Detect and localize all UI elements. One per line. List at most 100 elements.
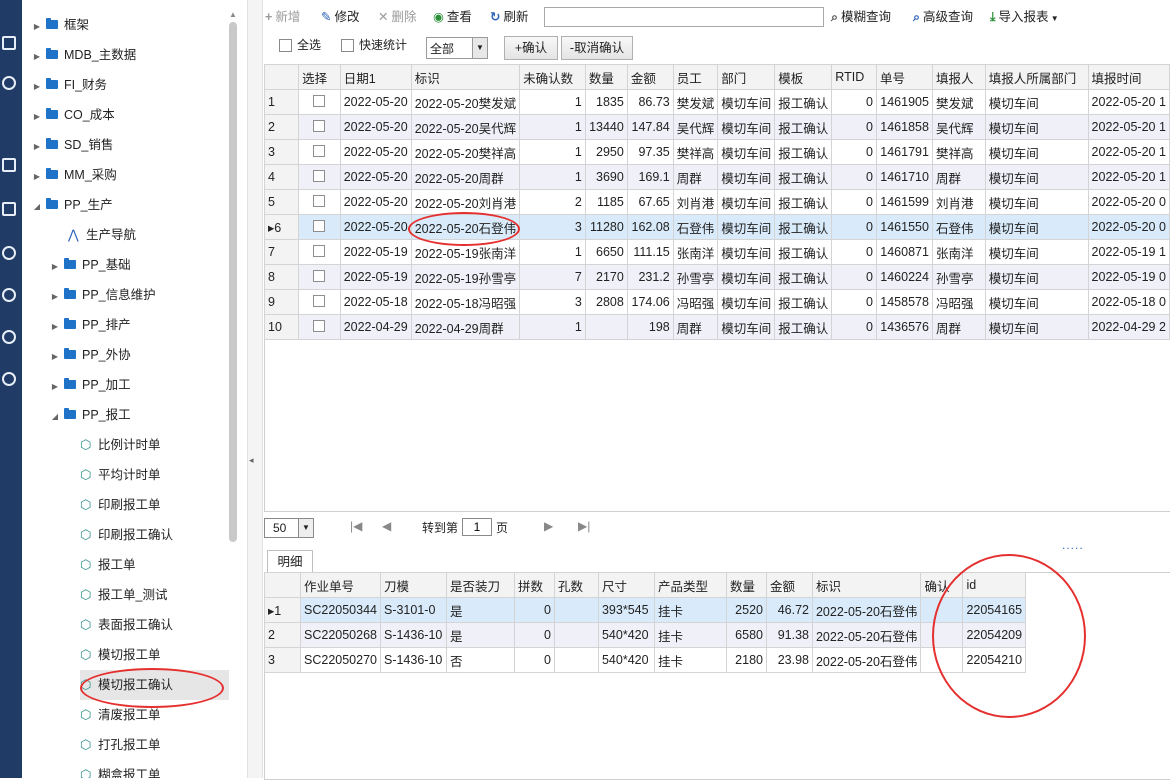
table-cell[interactable]: 2022-05-20 [339,214,412,240]
column-header[interactable]: 拼数 [513,572,555,598]
table-cell[interactable]: 石登伟 [931,214,986,240]
table-cell[interactable]: 3 [519,214,586,240]
last-page-icon[interactable]: ▶| [578,519,590,533]
tab-detail[interactable]: 明细 [267,550,313,573]
column-header[interactable]: 金额 [626,64,674,90]
table-cell[interactable]: 6650 [584,239,628,265]
row-number[interactable]: 7 [263,239,300,265]
column-header[interactable]: 员工 [672,64,719,90]
table-cell[interactable]: 0 [831,289,877,315]
tree-item[interactable]: ◢ PP_生产 [32,190,222,220]
prev-page-icon[interactable]: ◀ [382,519,391,533]
column-header[interactable]: 单号 [876,64,933,90]
chevron-down-icon[interactable]: ▼ [298,519,313,537]
table-cell[interactable]: 1461710 [876,164,933,190]
table-cell[interactable]: 393*545 [597,597,655,623]
table-cell[interactable]: 周群 [931,164,986,190]
column-header[interactable]: 尺寸 [597,572,655,598]
table-cell[interactable]: 198 [626,314,674,340]
table-cell[interactable]: 1461858 [876,114,933,140]
confirm-button[interactable]: +确认 [504,36,558,60]
table-cell[interactable]: 0 [831,239,877,265]
column-header[interactable]: 数量 [725,572,767,598]
table-cell[interactable]: 1461791 [876,139,933,165]
tree-item[interactable]: ⋀ 生产导航 [68,220,222,250]
table-cell[interactable]: 2022-05-20樊发斌 [410,89,521,115]
circle-icon[interactable] [2,246,16,260]
column-header[interactable]: 产品类型 [653,572,727,598]
row-checkbox[interactable] [313,244,326,257]
column-header[interactable] [263,64,300,90]
cancel-confirm-button[interactable]: -取消确认 [561,36,633,60]
more-dots[interactable]: ..... [1062,538,1084,552]
table-cell[interactable]: 2022-05-20 [339,164,412,190]
table-cell[interactable]: 报工确认 [774,114,833,140]
row-number[interactable]: 5 [263,189,300,215]
column-header[interactable]: 金额 [765,572,813,598]
table-cell[interactable]: 0 [831,89,877,115]
caret-right-icon[interactable]: ▶ [50,342,60,372]
table-cell[interactable]: 0 [831,164,877,190]
table-row[interactable]: 2 SC22050268 S-1436-10 是 0 540*420 挂卡 6580 91.38… [264,622,1027,648]
checkbox[interactable] [279,39,292,53]
table-cell[interactable]: 周群 [672,314,719,340]
row-checkbox[interactable] [313,294,326,307]
table-cell[interactable]: 2022-05-19孙雪亭 [410,264,521,290]
table-cell[interactable]: 模切车间 [717,189,776,215]
table-row[interactable]: 10 2022-04-29 2022-04-29周群 1 198 周群 模切车间 报工确认 0 1… [263,314,1170,340]
table-cell[interactable]: 1 [519,114,586,140]
table-cell[interactable]: 挂卡 [653,647,727,673]
table-cell[interactable]: 模切车间 [984,189,1089,215]
table-cell[interactable]: 模切车间 [717,114,776,140]
table-cell[interactable]: 111.15 [626,239,674,265]
chevron-down-icon[interactable]: ▼ [472,38,487,58]
table-cell[interactable]: 模切车间 [984,214,1089,240]
clock-icon[interactable] [2,76,16,90]
fuzzy-search-button[interactable]: ⌕ 模糊查询 [831,8,891,26]
table-cell[interactable]: 2022-05-20 [339,89,412,115]
select-all-checkbox[interactable]: 全选 [279,36,321,60]
row-checkbox[interactable] [313,169,326,182]
page-size-select[interactable]: 50 ▼ [264,518,314,538]
column-header[interactable]: 刀模 [379,572,447,598]
table-cell[interactable]: 86.73 [626,89,674,115]
panel-splitter[interactable]: ◂ [247,0,263,778]
search-input[interactable] [544,7,824,27]
table-cell[interactable]: 挂卡 [653,597,727,623]
table-cell[interactable]: 2 [519,189,586,215]
table-cell[interactable]: 否 [445,647,515,673]
table-cell[interactable]: 樊发斌 [672,89,719,115]
column-header[interactable]: 孔数 [553,572,599,598]
table-cell[interactable]: 2022-04-29 [339,314,412,340]
table-cell[interactable] [553,622,599,648]
table-cell[interactable]: 97.35 [626,139,674,165]
column-header[interactable]: 选择 [298,64,341,90]
advanced-search-button[interactable]: ⌕ 高级查询 [913,8,973,26]
table-cell[interactable]: 模切车间 [717,264,776,290]
module-icon[interactable] [2,202,16,216]
table-cell[interactable]: 1 [519,139,586,165]
table-cell[interactable]: 0 [831,314,877,340]
table-cell[interactable]: 报工确认 [774,264,833,290]
table-cell[interactable]: 模切车间 [984,264,1089,290]
table-cell[interactable]: 模切车间 [717,139,776,165]
table-cell[interactable]: 0 [831,139,877,165]
tree-scrollbar[interactable] [229,22,237,542]
table-cell[interactable]: 2808 [584,289,628,315]
table-cell[interactable]: 模切车间 [984,139,1089,165]
table-cell[interactable]: 1460871 [876,239,933,265]
table-cell[interactable]: 1 [519,89,586,115]
row-number[interactable]: 2 [264,622,301,648]
table-cell[interactable]: 2022-05-20 [339,139,412,165]
table-cell[interactable]: 刘肖港 [672,189,719,215]
table-cell[interactable]: 2022-04-29 2 [1087,314,1170,340]
table-cell[interactable]: 2022-05-20 0 [1087,214,1170,240]
table-cell[interactable]: 模切车间 [984,314,1089,340]
table-cell[interactable]: 模切车间 [717,164,776,190]
table-cell[interactable]: 2180 [725,647,767,673]
column-header[interactable]: 日期1 [339,64,412,90]
box-icon[interactable] [2,158,16,172]
table-row[interactable]: ▸6 2022-05-20 2022-05-20石登伟 3 11280 162.08 石登伟… [263,214,1170,240]
table-cell[interactable] [298,164,341,190]
table-cell[interactable]: 2022-05-20石登伟 [811,647,922,673]
